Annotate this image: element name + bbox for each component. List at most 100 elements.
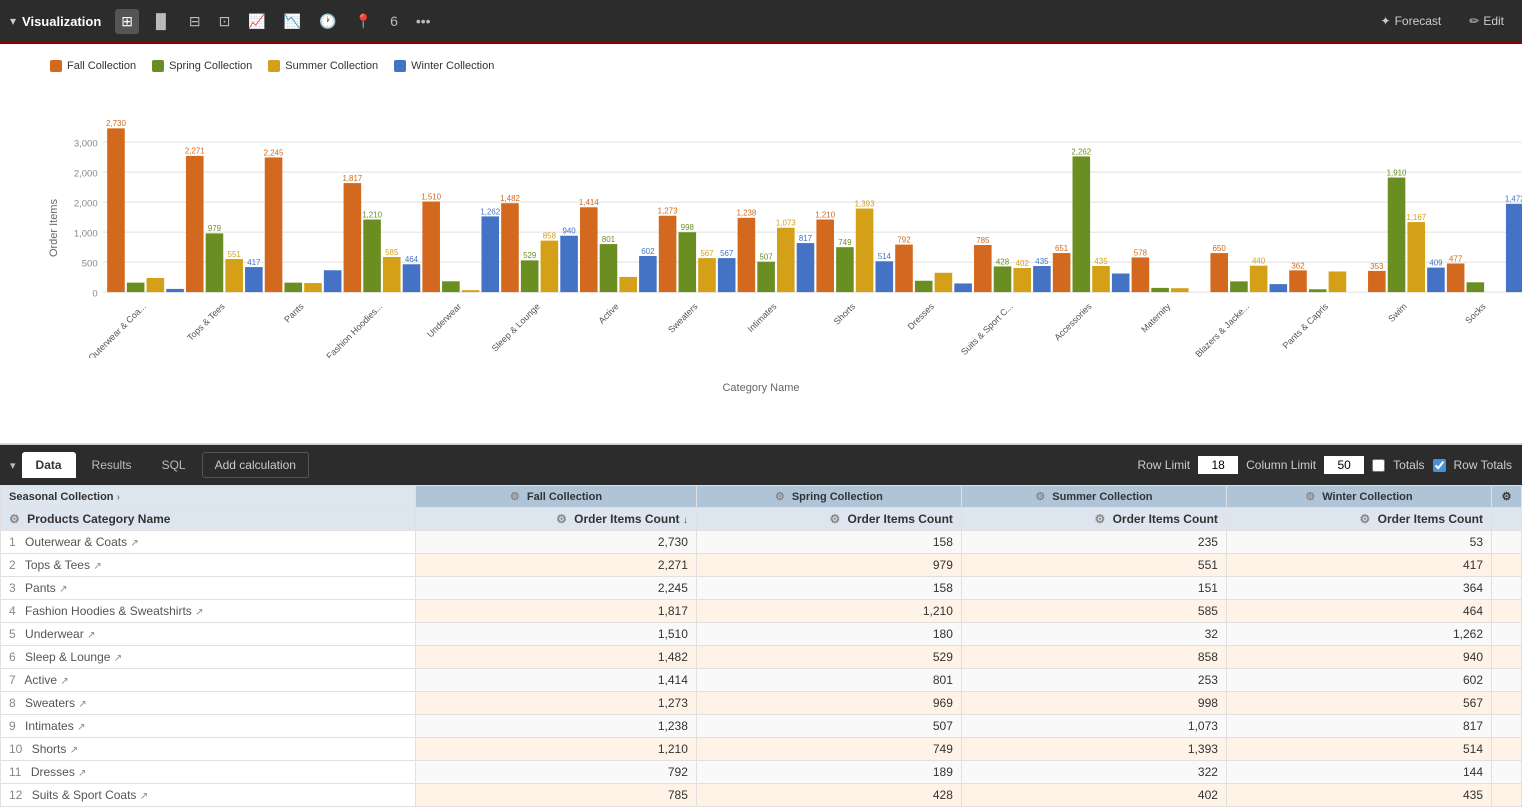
winter-measure-label: Order Items Count [1378,512,1483,526]
winter-value: 435 [1226,784,1491,807]
svg-text:817: 817 [799,234,812,243]
fall-value: 2,730 [416,531,697,554]
svg-text:464: 464 [405,255,419,264]
fall-measure-header: ⚙ Order Items Count ↓ [416,508,697,531]
summer-value: 322 [961,761,1226,784]
fall-measure-gear[interactable]: ⚙ [556,512,567,526]
svg-text:1,000: 1,000 [74,228,98,239]
svg-text:1,393: 1,393 [855,199,875,208]
svg-text:Pants & Capris: Pants & Capris [1281,301,1331,351]
winter-value: 1,262 [1226,623,1491,646]
summer-gear-icon[interactable]: ⚙ [1035,491,1045,503]
winter-gear-icon[interactable]: ⚙ [1305,491,1315,503]
totals-checkbox[interactable] [1372,459,1385,472]
table-row: 3 Pants ↗ 2,245 158 151 364 [1,577,1522,600]
bar-chart-icon[interactable]: ▐▌ [145,9,177,33]
spring-measure-gear[interactable]: ⚙ [829,512,840,526]
winter-measure-gear[interactable]: ⚙ [1360,512,1371,526]
svg-text:2,245: 2,245 [264,148,284,157]
fall-sort-icon[interactable]: ↓ [683,515,688,526]
tab-data[interactable]: Data [22,452,76,478]
products-gear-icon[interactable]: ⚙ [9,512,20,526]
svg-text:651: 651 [1055,244,1069,253]
tab-results[interactable]: Results [78,452,146,478]
area-chart-icon[interactable]: 📉 [278,9,307,34]
row-totals-label: Row Totals [1454,458,1512,472]
spring-value: 180 [696,623,961,646]
winter-value: 53 [1226,531,1491,554]
summer-value: 998 [961,692,1226,715]
scatter-icon[interactable]: ⊡ [213,9,237,34]
table-row: 8 Sweaters ↗ 1,273 969 998 567 [1,692,1522,715]
clock-icon[interactable]: 🕐 [313,9,342,34]
pin-icon[interactable]: 📍 [349,9,378,34]
edit-button[interactable]: ✏ Edit [1461,10,1512,32]
winter-value: 940 [1226,646,1491,669]
spring-gear-icon[interactable]: ⚙ [775,491,785,503]
forecast-button[interactable]: ✦ Forecast [1373,10,1450,32]
svg-text:578: 578 [1134,248,1148,257]
summer-value: 585 [961,600,1226,623]
winter-measure-header: ⚙ Order Items Count [1226,508,1491,531]
svg-text:1,472: 1,472 [1505,195,1522,204]
svg-text:Pants: Pants [282,301,306,325]
add-calculation-button[interactable]: Add calculation [202,452,309,478]
line-chart-icon[interactable]: 📈 [242,9,271,34]
svg-text:514: 514 [878,252,892,261]
winter-value: 417 [1226,554,1491,577]
winter-value: 602 [1226,669,1491,692]
col-limit-input[interactable] [1324,456,1364,474]
summer-value: 253 [961,669,1226,692]
toolbar: ▾ Visualization ⊞ ▐▌ ⊟ ⊡ 📈 📉 🕐 📍 6 ••• ✦… [0,0,1522,44]
table-row: 2 Tops & Tees ↗ 2,271 979 551 417 [1,554,1522,577]
settings-header[interactable]: ⚙ [1492,486,1522,508]
svg-text:0: 0 [92,288,97,299]
fall-value: 1,414 [416,669,697,692]
row-category: 3 Pants ↗ [1,577,416,600]
svg-text:Tops & Tees: Tops & Tees [185,301,227,343]
svg-text:979: 979 [208,224,222,233]
summer-value: 1,073 [961,715,1226,738]
row-extra [1492,554,1522,577]
svg-text:Blazers & Jacke...: Blazers & Jacke... [1193,301,1251,358]
tab-controls: Row Limit Column Limit Totals Row Totals [1137,456,1512,474]
number-icon[interactable]: 6 [384,9,404,33]
legend-spring: Spring Collection [152,60,252,72]
row-totals-checkbox[interactable] [1433,459,1446,472]
svg-text:353: 353 [1370,262,1384,271]
chart-area: Fall Collection Spring Collection Summer… [0,44,1522,444]
grid-icon[interactable]: ⊞ [115,9,139,34]
svg-text:477: 477 [1449,254,1462,263]
fall-gear-icon[interactable]: ⚙ [510,491,520,503]
svg-text:507: 507 [759,253,772,262]
fall-measure-label: Order Items Count [574,512,679,526]
fall-value: 792 [416,761,697,784]
table-row: 7 Active ↗ 1,414 801 253 602 [1,669,1522,692]
svg-text:1,210: 1,210 [362,210,382,219]
row-category: 11 Dresses ↗ [1,761,416,784]
fall-value: 785 [416,784,697,807]
spring-value: 979 [696,554,961,577]
summer-measure-gear[interactable]: ⚙ [1094,512,1105,526]
svg-text:409: 409 [1429,258,1443,267]
visualization-title: Visualization [22,14,101,29]
svg-text:1,817: 1,817 [342,174,362,183]
svg-text:792: 792 [897,235,910,244]
svg-text:Intimates: Intimates [746,301,779,334]
spring-value: 749 [696,738,961,761]
svg-text:362: 362 [1291,261,1304,270]
table-row: 5 Underwear ↗ 1,510 180 32 1,262 [1,623,1522,646]
svg-text:2,000: 2,000 [74,168,98,179]
svg-text:602: 602 [641,247,654,256]
pivot-icon[interactable]: ⊟ [183,9,207,34]
row-limit-input[interactable] [1198,456,1238,474]
summer-measure-header: ⚙ Order Items Count [961,508,1226,531]
more-icon[interactable]: ••• [410,9,437,33]
winter-value: 817 [1226,715,1491,738]
table-row: 6 Sleep & Lounge ↗ 1,482 529 858 940 [1,646,1522,669]
svg-text:2,000: 2,000 [74,198,98,209]
svg-text:428: 428 [996,257,1010,266]
winter-color [394,60,406,72]
spring-value: 158 [696,577,961,600]
tab-sql[interactable]: SQL [148,452,200,478]
